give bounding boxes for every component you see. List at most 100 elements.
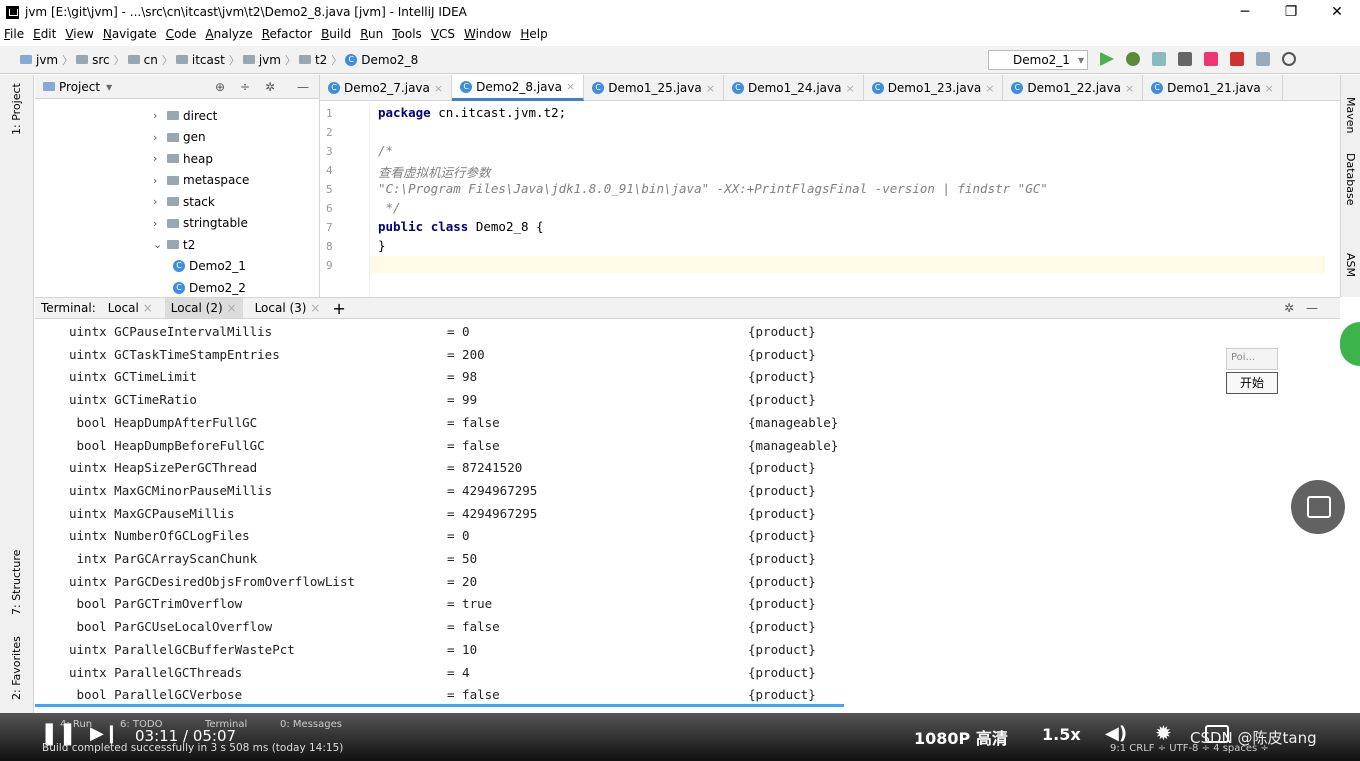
tree-item[interactable]: › stack bbox=[153, 191, 215, 212]
tree-item[interactable]: › stringtable bbox=[153, 213, 248, 234]
chevron-down-icon[interactable]: ⌄ bbox=[153, 238, 167, 251]
project-view-select[interactable]: Project bbox=[59, 80, 100, 94]
stop-icon[interactable] bbox=[1204, 52, 1218, 66]
editor-tab[interactable]: C Demo1_22.java × bbox=[1003, 75, 1144, 101]
breadcrumb-item[interactable]: C Demo2_8 bbox=[345, 53, 418, 67]
class-icon: C bbox=[173, 281, 185, 294]
editor-tab[interactable]: C Demo1_24.java × bbox=[724, 75, 864, 101]
close-tab-icon[interactable]: × bbox=[985, 82, 994, 95]
collapse-icon[interactable]: ÷ bbox=[240, 80, 250, 94]
terminal-output[interactable]: uintx GCPauseIntervalMillis = 0 {product} u… bbox=[35, 320, 1340, 708]
breadcrumb-item[interactable]: jvm bbox=[242, 53, 281, 67]
tree-item[interactable]: › gen bbox=[153, 127, 206, 148]
class-icon: C bbox=[1151, 82, 1164, 94]
editor-tab[interactable]: C Demo1_25.java × bbox=[584, 75, 724, 101]
project-tool-tab[interactable]: 1: Project bbox=[10, 83, 23, 135]
debug-icon[interactable] bbox=[1126, 52, 1140, 66]
tree-item[interactable]: › direct bbox=[153, 105, 217, 126]
editor-tab[interactable]: C Demo1_23.java × bbox=[864, 75, 1004, 101]
profile-icon[interactable] bbox=[1178, 52, 1192, 66]
chevron-right-icon[interactable]: › bbox=[153, 152, 167, 165]
menu-item-edit[interactable]: Edit bbox=[33, 27, 56, 41]
flag-type: intx bbox=[69, 551, 107, 566]
chevron-right-icon[interactable]: › bbox=[153, 195, 167, 208]
new-terminal-icon[interactable]: + bbox=[332, 299, 345, 318]
menu-item-analyze[interactable]: Analyze bbox=[205, 27, 252, 41]
search-icon[interactable] bbox=[1282, 52, 1296, 66]
maven-tool-tab[interactable]: Maven bbox=[1344, 97, 1357, 133]
close-tab-icon[interactable]: × bbox=[434, 82, 443, 95]
tree-item[interactable]: C Demo2_1 bbox=[173, 256, 246, 277]
database-tool-tab[interactable]: Database bbox=[1344, 153, 1357, 206]
flag-type-name: intx ParGCArrayScanChunk bbox=[69, 551, 258, 566]
close-tab-icon[interactable]: × bbox=[845, 82, 854, 95]
gear-icon[interactable]: ✲ bbox=[265, 80, 275, 94]
terminal-hide-icon[interactable]: — bbox=[1306, 301, 1318, 315]
editor-tab[interactable]: C Demo1_21.java × bbox=[1143, 75, 1283, 101]
editor-tab[interactable]: C Demo2_7.java × bbox=[320, 75, 453, 101]
structure-icon[interactable] bbox=[1256, 52, 1270, 66]
close-tab-icon[interactable]: × bbox=[1265, 82, 1274, 95]
chevron-right-icon[interactable]: › bbox=[153, 217, 167, 230]
chevron-down-icon[interactable]: ▾ bbox=[106, 80, 112, 94]
run-icon[interactable] bbox=[1100, 52, 1114, 66]
flag-name: HeapDumpBeforeFullGC bbox=[114, 437, 265, 453]
settings-gear-icon[interactable]: ✹ bbox=[1155, 721, 1172, 745]
chevron-right-icon[interactable]: › bbox=[153, 174, 167, 187]
terminal-tab-local[interactable]: Local × bbox=[108, 301, 153, 315]
minimize-button[interactable]: ─ bbox=[1222, 0, 1268, 24]
breadcrumb-item[interactable]: t2 bbox=[298, 53, 327, 67]
menu-item-refactor[interactable]: Refactor bbox=[262, 27, 312, 41]
structure-tool-tab[interactable]: 7: Structure bbox=[10, 550, 23, 615]
close-tab-icon[interactable]: × bbox=[1125, 82, 1134, 95]
target-icon[interactable]: ⊕ bbox=[215, 80, 225, 94]
speed-select[interactable]: 1.5x bbox=[1042, 725, 1081, 744]
close-tab-icon[interactable]: × bbox=[706, 82, 715, 95]
menu-item-file[interactable]: File bbox=[4, 27, 24, 41]
asm-tool-tab[interactable]: ASM bbox=[1344, 253, 1357, 277]
close-tab-icon[interactable]: × bbox=[566, 80, 575, 93]
messages-tool-tab[interactable]: 0: Messages bbox=[280, 719, 342, 730]
build-icon[interactable] bbox=[1230, 52, 1244, 66]
menu-item-code[interactable]: Code bbox=[166, 27, 197, 41]
quality-select[interactable]: 1080P 高清 bbox=[914, 725, 1008, 749]
side-float-button[interactable] bbox=[1340, 322, 1360, 366]
next-icon[interactable]: ▶❙ bbox=[90, 723, 119, 744]
volume-icon[interactable]: ◀) bbox=[1105, 723, 1127, 744]
menu-item-view[interactable]: View bbox=[65, 27, 93, 41]
popup-start-button[interactable]: 开始 bbox=[1226, 372, 1278, 394]
coverage-icon[interactable] bbox=[1152, 52, 1166, 66]
tree-item[interactable]: C Demo2_2 bbox=[173, 277, 246, 298]
tree-item[interactable]: ⌄ t2 bbox=[153, 234, 195, 255]
maximize-button[interactable]: ❐ bbox=[1268, 0, 1314, 24]
editor-tab[interactable]: C Demo2_8.java × bbox=[452, 75, 585, 101]
menu-item-window[interactable]: Window bbox=[464, 27, 511, 41]
chevron-right-icon[interactable]: › bbox=[153, 131, 167, 144]
menu-item-build[interactable]: Build bbox=[321, 27, 351, 41]
menu-item-help[interactable]: Help bbox=[520, 27, 547, 41]
menu-item-run[interactable]: Run bbox=[360, 27, 383, 41]
breadcrumb-item[interactable]: src bbox=[76, 53, 110, 67]
chevron-right-icon: 〉 bbox=[284, 53, 296, 67]
close-button[interactable]: ✕ bbox=[1314, 0, 1360, 24]
menu-item-navigate[interactable]: Navigate bbox=[103, 27, 157, 41]
code-line: public class Demo2_8 { bbox=[378, 219, 544, 234]
hide-icon[interactable]: — bbox=[297, 80, 309, 94]
terminal-gear-icon[interactable]: ✲ bbox=[1284, 301, 1294, 315]
picture-in-picture-icon[interactable] bbox=[1291, 480, 1345, 534]
flag-value: = false bbox=[447, 687, 500, 703]
breadcrumb-item[interactable]: jvm bbox=[20, 53, 58, 67]
breadcrumb-item[interactable]: itcast bbox=[175, 53, 225, 67]
breadcrumb-item[interactable]: cn bbox=[127, 53, 158, 67]
tree-item[interactable]: › heap bbox=[153, 148, 213, 169]
terminal-tab-local-2[interactable]: Local (2) × bbox=[164, 298, 243, 318]
tree-item[interactable]: › metaspace bbox=[153, 170, 249, 191]
chevron-right-icon[interactable]: › bbox=[153, 109, 167, 122]
menu-item-tools[interactable]: Tools bbox=[392, 27, 422, 41]
flag-kind: {product} bbox=[748, 573, 816, 589]
terminal-tab-local-3[interactable]: Local (3) × bbox=[255, 301, 321, 315]
run-config-select[interactable]: Demo2_1 ▾ bbox=[988, 50, 1088, 70]
video-progress-bar[interactable] bbox=[35, 704, 845, 707]
favorites-tool-tab[interactable]: 2: Favorites bbox=[10, 636, 23, 700]
menu-item-vcs[interactable]: VCS bbox=[431, 27, 455, 41]
